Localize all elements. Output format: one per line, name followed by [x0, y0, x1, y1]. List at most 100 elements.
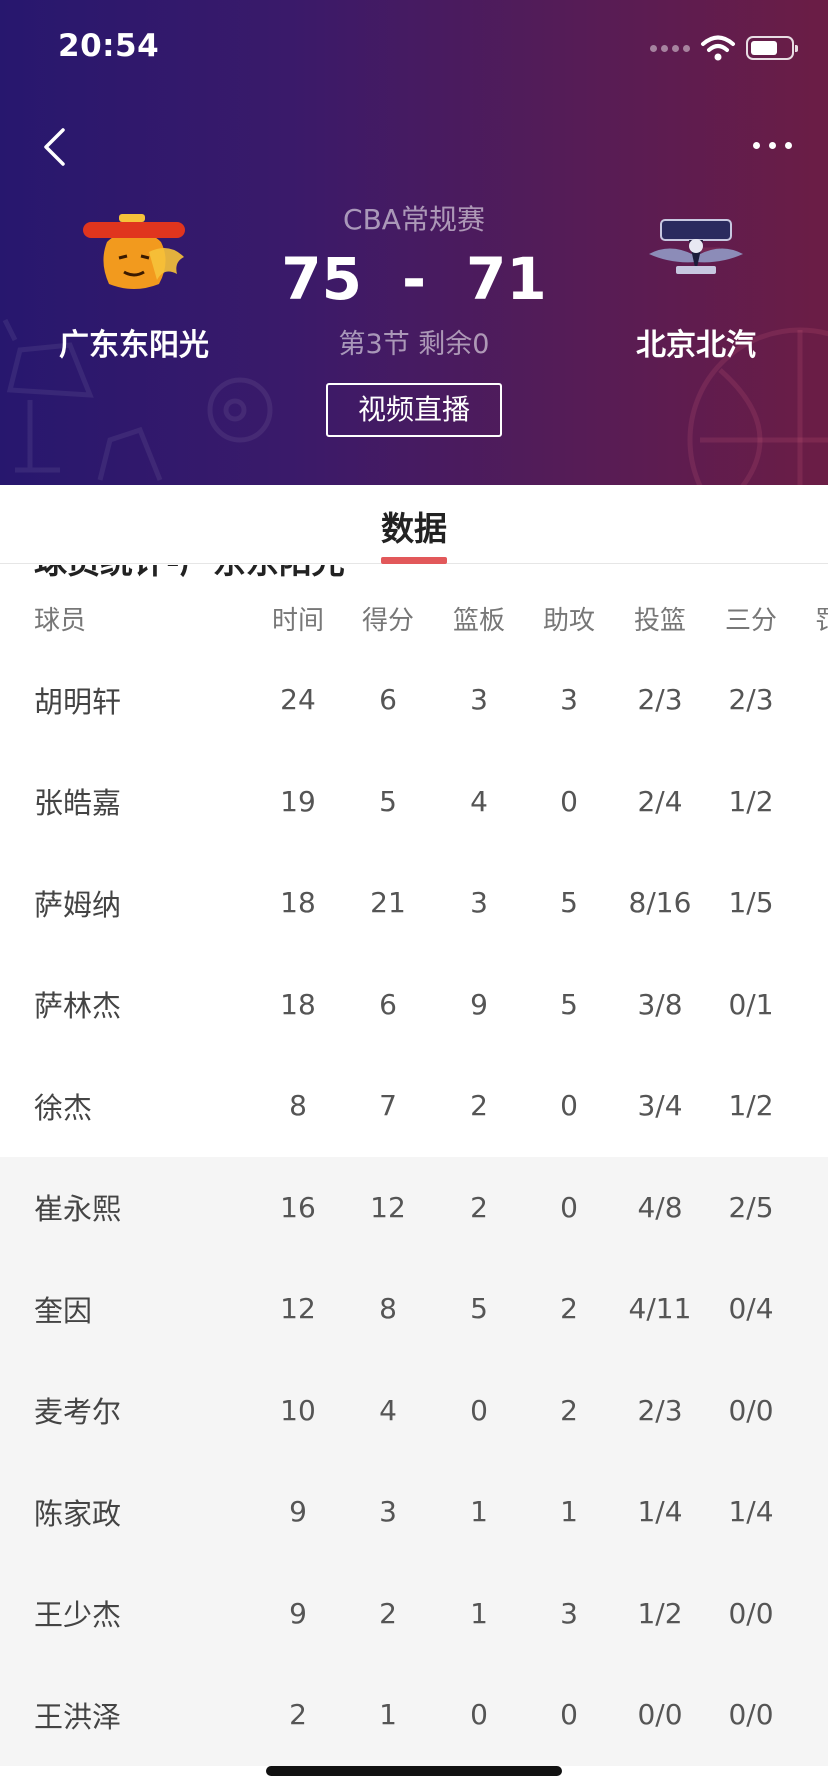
back-button[interactable]	[34, 122, 74, 172]
stat-cell: 16	[280, 1190, 316, 1224]
stat-cell: 4	[379, 1393, 397, 1427]
stat-cell: 3	[470, 886, 488, 920]
stat-cell: 2/3	[637, 683, 683, 717]
away-team-logo	[649, 219, 743, 274]
stat-cell: 0/0	[637, 1698, 683, 1732]
stat-cell: 4/8	[637, 1190, 683, 1224]
stat-cell: 2	[560, 1393, 578, 1427]
stat-cell: 2	[796, 1157, 828, 1259]
stat-cell: 0	[796, 1055, 828, 1157]
tab-data[interactable]: 数据	[364, 485, 464, 564]
period-info: 第3节 剩余0	[338, 329, 490, 360]
player-name: 陈家政	[34, 1496, 122, 1531]
stat-cell: 24	[280, 683, 316, 717]
stat-cell: 1	[470, 1596, 488, 1630]
wifi-icon	[701, 35, 735, 61]
stat-cell: 12	[280, 1292, 316, 1326]
table-row[interactable]: 崔永熙 16 12 2 0 4/8 2/5 2	[0, 1156, 828, 1259]
status-indicators	[650, 34, 798, 62]
stat-cell: 8	[379, 1292, 397, 1326]
stat-cell: 5	[560, 886, 578, 920]
away-team-name: 北京北汽	[636, 328, 756, 363]
stat-cell: 0	[796, 649, 828, 751]
stat-cell: 1/4	[728, 1495, 774, 1529]
scoreboard: 75 - 71	[264, 246, 564, 312]
stat-cell: 3	[560, 1596, 578, 1630]
tab-active-indicator	[381, 557, 447, 564]
home-score: 75	[281, 245, 362, 313]
column-header: 助攻	[542, 605, 595, 636]
home-team[interactable]: 广东东阳光	[34, 212, 234, 364]
table-row[interactable]: 张皓嘉 19 5 4 0 2/4 1/2 0	[0, 751, 828, 853]
stat-cell: 1	[796, 1664, 828, 1766]
league-label: CBA常规赛	[343, 203, 485, 236]
home-indicator[interactable]	[266, 1766, 562, 1776]
stat-cell: 3/4	[637, 1089, 683, 1123]
column-header: 球员	[34, 605, 87, 636]
battery-icon	[746, 36, 798, 60]
stat-cell: 0	[796, 1258, 828, 1360]
stat-cell: 0	[796, 1563, 828, 1665]
more-dots-icon	[752, 141, 760, 149]
section-title: 球员统计-广东东阳光	[34, 565, 345, 583]
table-row[interactable]: 胡明轩 24 6 3 3 2/3 2/3 0	[0, 649, 828, 751]
stat-cell: 0	[796, 954, 828, 1056]
stat-cell: 6	[379, 683, 397, 717]
stat-cell: 3	[470, 683, 488, 717]
table-row[interactable]: 徐杰 8 7 2 0 3/4 1/2 0	[0, 1055, 828, 1157]
stat-cell: 2/3	[637, 1393, 683, 1427]
stat-cell: 1/2	[637, 1596, 683, 1630]
stat-cell: 1/4	[637, 1495, 683, 1529]
table-row[interactable]: 萨姆纳 18 21 3 5 8/16 1/5 4	[0, 852, 828, 954]
player-name: 萨林杰	[34, 989, 122, 1024]
stat-cell: 0/0	[728, 1596, 774, 1630]
table-row[interactable]: 陈家政 9 3 1 1 1/4 1/4 0	[0, 1461, 828, 1563]
stat-cell: 2	[470, 1089, 488, 1123]
stat-cell: 0	[560, 1089, 578, 1123]
stat-cell: 5	[560, 987, 578, 1021]
table-row[interactable]: 王洪泽 2 1 0 0 0/0 0/0 1	[0, 1664, 828, 1766]
stat-cell: 1	[379, 1698, 397, 1732]
stat-cell: 5	[470, 1292, 488, 1326]
player-name: 萨姆纳	[34, 887, 122, 922]
stat-cell: 5	[379, 784, 397, 818]
player-name: 麦考尔	[34, 1395, 122, 1430]
stat-cell: 1	[560, 1495, 578, 1529]
table-row[interactable]: 王少杰 9 2 1 3 1/2 0/0 0	[0, 1562, 828, 1665]
stat-cell: 8	[289, 1089, 307, 1123]
chevron-left-icon	[44, 128, 65, 166]
tab-data-label: 数据	[381, 509, 447, 548]
table-row[interactable]: 麦考尔 10 4 0 2 2/3 0/0 0	[0, 1359, 828, 1461]
more-button[interactable]	[744, 130, 800, 160]
video-live-button[interactable]: 视频直播	[326, 383, 502, 437]
stat-cell: 18	[280, 987, 316, 1021]
stat-cell: 0/4	[728, 1292, 774, 1326]
score-separator: -	[401, 245, 427, 313]
away-team[interactable]: 北京北汽	[596, 212, 796, 364]
stat-cell: 0/1	[728, 987, 774, 1021]
stat-cell: 0	[796, 751, 828, 853]
stat-cell: 2/4	[637, 784, 683, 818]
stat-cell: 0/0	[728, 1393, 774, 1427]
player-name: 胡明轩	[34, 684, 122, 719]
player-name: 崔永熙	[34, 1192, 122, 1227]
player-stats-table: 球员 时间 得分 篮板 助攻 投篮 三分 罚球 胡明轩 24 6 3 3 2/3…	[0, 587, 828, 1766]
table-row[interactable]: 萨林杰 18 6 9 5 3/8 0/1 0	[0, 954, 828, 1056]
stats-content[interactable]: 球员统计-广东东阳光 球员 时间 得分 篮板 助攻 投篮 三分 罚球 胡明轩 2…	[0, 565, 828, 1792]
stat-cell: 2	[470, 1190, 488, 1224]
away-score: 71	[466, 245, 547, 313]
table-row[interactable]: 奎因 12 8 5 2 4/11 0/4 0	[0, 1258, 828, 1360]
stat-cell: 0	[796, 1461, 828, 1563]
player-name: 张皓嘉	[34, 786, 122, 821]
status-time: 20:54	[58, 28, 160, 64]
stat-cell: 0	[470, 1698, 488, 1732]
stat-cell: 9	[289, 1495, 307, 1529]
stat-cell: 1/2	[728, 1089, 774, 1123]
table-header-row: 球员 时间 得分 篮板 助攻 投篮 三分 罚球	[0, 587, 828, 649]
stat-cell: 18	[280, 886, 316, 920]
stat-cell: 12	[370, 1190, 406, 1224]
stat-cell: 0/0	[728, 1698, 774, 1732]
stat-cell: 1/2	[728, 784, 774, 818]
stat-cell: 2	[289, 1698, 307, 1732]
stat-cell: 2/3	[728, 683, 774, 717]
